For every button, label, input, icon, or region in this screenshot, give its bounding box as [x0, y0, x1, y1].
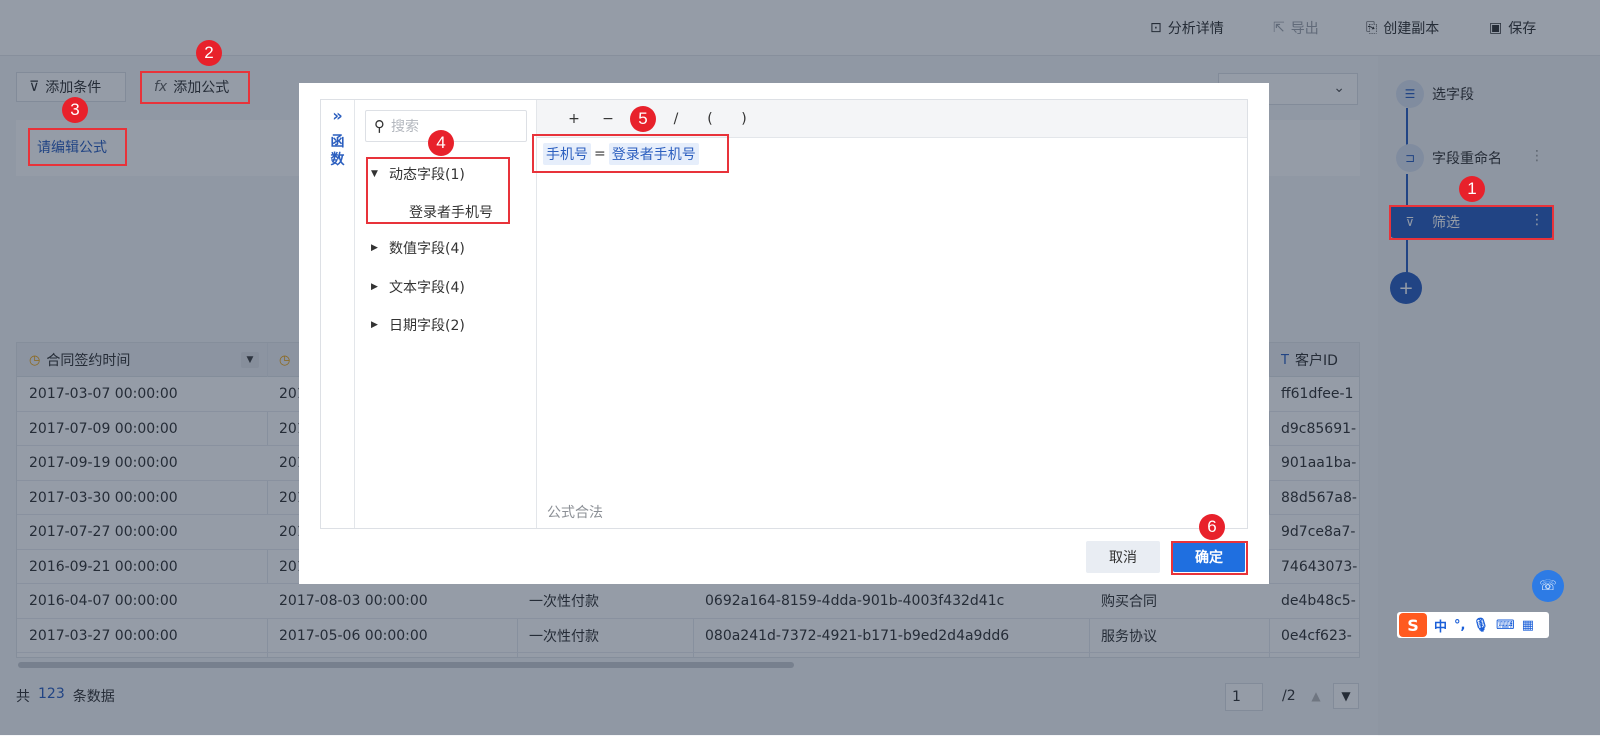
step-badge-2: 2: [196, 40, 222, 66]
close-paren-operator[interactable]: ): [727, 111, 761, 127]
caret-right-icon: ▶: [371, 243, 378, 253]
group-label: 日期字段(2): [389, 318, 465, 334]
formula-valid-status: 公式合法: [547, 505, 603, 521]
group-date-fields[interactable]: ▶ 日期字段(2): [371, 315, 465, 335]
minus-operator[interactable]: −: [591, 111, 625, 127]
sogou-logo-icon[interactable]: S: [1399, 613, 1427, 637]
group-label: 数值字段(4): [389, 241, 465, 257]
function-label-char: 函: [330, 134, 345, 150]
step-badge-1: 1: [1459, 176, 1485, 202]
function-rail[interactable]: » 函 数: [321, 100, 355, 528]
ime-toolbar: S 中 °, 🎙 ⌨ ▦: [1397, 612, 1549, 638]
divide-operator[interactable]: /: [659, 111, 693, 127]
cancel-button[interactable]: 取消: [1086, 541, 1160, 573]
chat-icon[interactable]: ☏: [1532, 570, 1564, 602]
ime-chinese-mode[interactable]: 中: [1434, 616, 1447, 635]
highlight-edit-formula: [28, 128, 127, 166]
step-badge-4: 4: [428, 130, 454, 156]
highlight-formula-expression: [532, 134, 729, 173]
caret-right-icon: ▶: [371, 282, 378, 292]
punctuation-icon[interactable]: °,: [1454, 618, 1465, 633]
group-numeric-fields[interactable]: ▶ 数值字段(4): [371, 238, 465, 258]
function-label-char: 数: [330, 152, 345, 168]
group-label: 文本字段(4): [389, 280, 465, 296]
double-chevron-right-icon[interactable]: »: [332, 106, 342, 125]
caret-right-icon: ▶: [371, 320, 378, 330]
keyboard-icon[interactable]: ⌨: [1496, 618, 1515, 633]
step-badge-3: 3: [62, 97, 88, 123]
plus-operator[interactable]: +: [557, 111, 591, 127]
microphone-icon[interactable]: 🎙: [1472, 618, 1489, 633]
highlight-dynamic-field: [366, 157, 510, 224]
step-badge-5: 5: [630, 106, 656, 132]
highlight-add-formula: [140, 71, 250, 104]
grid-icon[interactable]: ▦: [1522, 618, 1534, 633]
group-text-fields[interactable]: ▶ 文本字段(4): [371, 277, 465, 297]
highlight-confirm-button: [1171, 541, 1248, 575]
search-placeholder: 搜索: [391, 119, 419, 135]
highlight-filter-step: [1389, 205, 1554, 240]
step-badge-6: 6: [1199, 514, 1225, 540]
search-icon: ⚲: [374, 117, 385, 135]
open-paren-operator[interactable]: (: [693, 111, 727, 127]
